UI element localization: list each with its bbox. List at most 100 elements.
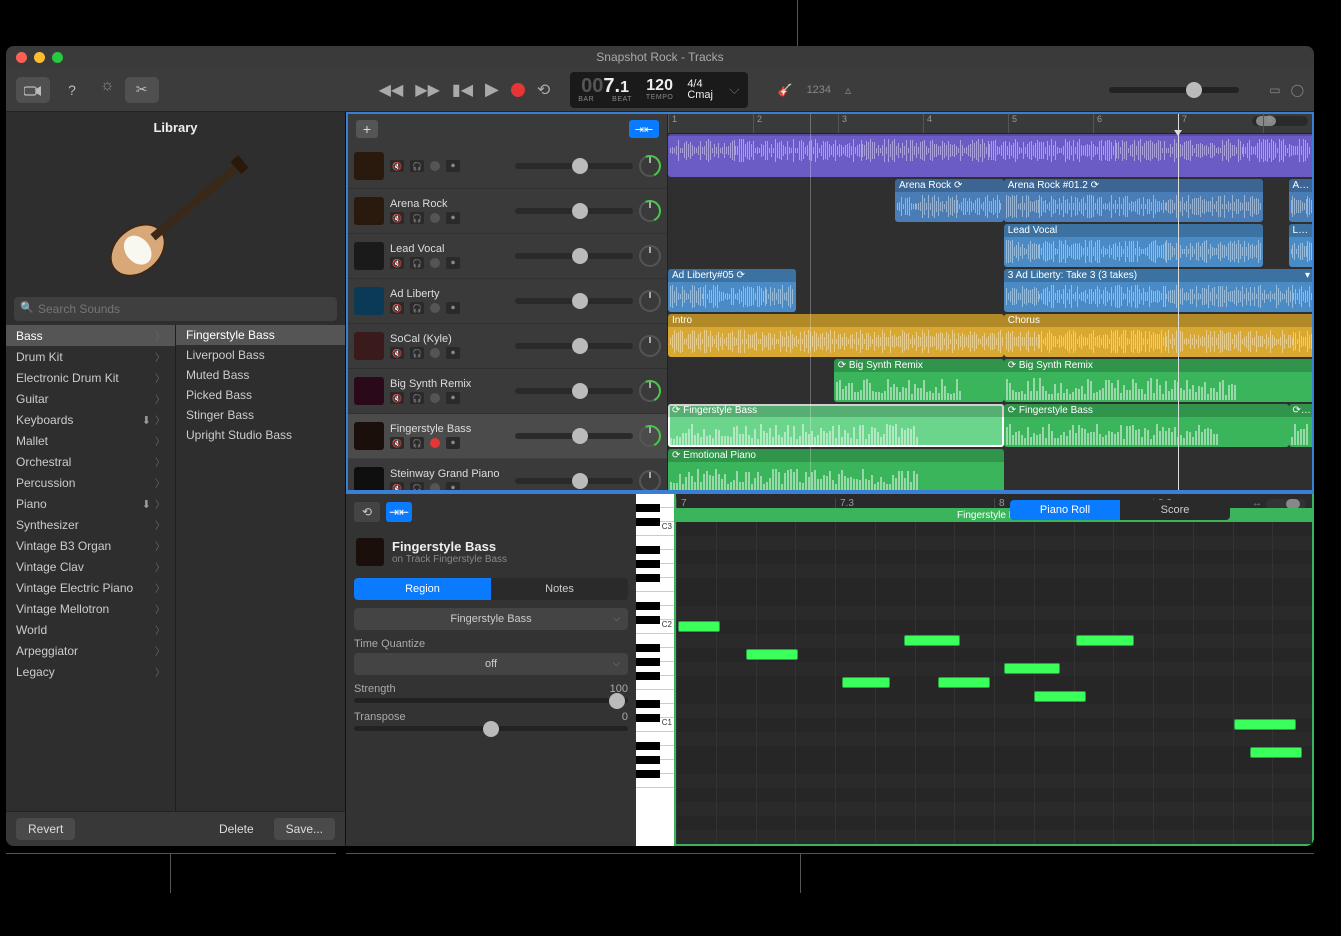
mute-button[interactable]: 🔇: [390, 212, 404, 224]
record-enable[interactable]: [430, 161, 440, 171]
help-button[interactable]: ?: [60, 77, 84, 103]
midi-note[interactable]: [746, 649, 798, 660]
piano-keyboard[interactable]: C3C2C1: [636, 494, 674, 846]
library-category-item[interactable]: Bass〉: [6, 325, 175, 346]
strength-slider[interactable]: [354, 698, 628, 703]
midi-note[interactable]: [1004, 663, 1060, 674]
region-name-dropdown[interactable]: Fingerstyle Bass: [354, 608, 628, 630]
pan-knob[interactable]: [639, 200, 661, 222]
midi-note[interactable]: [1250, 747, 1302, 758]
input-monitor[interactable]: ⏺: [446, 437, 460, 449]
midi-note[interactable]: [842, 677, 890, 688]
library-preset-item[interactable]: Liverpool Bass: [176, 345, 345, 365]
library-category-item[interactable]: Keyboards⬇〉: [6, 409, 175, 430]
library-preset-item[interactable]: Upright Studio Bass: [176, 425, 345, 445]
library-preset-item[interactable]: Picked Bass: [176, 385, 345, 405]
library-preset-item[interactable]: Muted Bass: [176, 365, 345, 385]
record-enable[interactable]: [430, 213, 440, 223]
library-category-item[interactable]: Mallet〉: [6, 430, 175, 451]
time-quantize-dropdown[interactable]: off: [354, 653, 628, 675]
input-monitor[interactable]: ⏺: [446, 392, 460, 404]
track-volume-slider[interactable]: [515, 433, 634, 439]
mute-button[interactable]: 🔇: [390, 160, 404, 172]
region[interactable]: ⟳ Fingerstyle Bass: [1004, 404, 1289, 447]
record-enable[interactable]: [430, 258, 440, 268]
forward-button[interactable]: ▶▶: [415, 80, 440, 100]
region[interactable]: Ad Liberty#05 ⟳: [668, 269, 796, 312]
track-header[interactable]: SoCal (Kyle) 🔇 🎧 ⏺: [348, 324, 667, 369]
pan-knob[interactable]: [639, 290, 661, 312]
mute-button[interactable]: 🔇: [390, 347, 404, 359]
mute-button[interactable]: 🔇: [390, 302, 404, 314]
library-category-item[interactable]: World〉: [6, 619, 175, 640]
pan-knob[interactable]: [639, 380, 661, 402]
tab-piano-roll[interactable]: Piano Roll: [1010, 500, 1120, 520]
timeline-ruler[interactable]: 12345678: [668, 114, 1312, 134]
solo-button[interactable]: 🎧: [410, 392, 424, 404]
library-category-item[interactable]: Percussion〉: [6, 472, 175, 493]
library-category-item[interactable]: Vintage Electric Piano〉: [6, 577, 175, 598]
library-category-item[interactable]: Vintage B3 Organ〉: [6, 535, 175, 556]
library-category-item[interactable]: Synthesizer〉: [6, 514, 175, 535]
midi-note[interactable]: [938, 677, 990, 688]
region[interactable]: Intro: [668, 314, 1004, 357]
track-header[interactable]: Ad Liberty 🔇 🎧 ⏺: [348, 279, 667, 324]
library-category-item[interactable]: Arpeggiator〉: [6, 640, 175, 661]
midi-note[interactable]: [678, 621, 720, 632]
library-category-item[interactable]: Electronic Drum Kit〉: [6, 367, 175, 388]
midi-note[interactable]: [904, 635, 960, 646]
record-enable[interactable]: [430, 303, 440, 313]
mute-button[interactable]: 🔇: [390, 392, 404, 404]
midi-note[interactable]: [1034, 691, 1086, 702]
region[interactable]: Arena Rock #01.2 ⟳: [1004, 179, 1263, 222]
mute-button[interactable]: 🔇: [390, 257, 404, 269]
mute-button[interactable]: 🔇: [390, 482, 404, 490]
track-header[interactable]: Fingerstyle Bass 🔇 🎧 ⏺: [348, 414, 667, 459]
save-button[interactable]: Save...: [274, 818, 335, 840]
editor-tabs[interactable]: Piano Roll Score: [1010, 500, 1230, 520]
library-category-item[interactable]: Piano⬇〉: [6, 493, 175, 514]
record-button[interactable]: [511, 83, 525, 97]
region[interactable]: ⟳ Fingerstyle Bass: [668, 404, 1004, 447]
search-input[interactable]: [14, 297, 337, 321]
track-header[interactable]: 🔇 🎧 ⏺: [348, 144, 667, 189]
notepad-icon[interactable]: ▭: [1269, 83, 1280, 97]
arrange-view[interactable]: 12345678 Arena Rock ⟳Arena Rock #01.2 ⟳A…: [668, 114, 1312, 490]
track-view-button[interactable]: ⇥⇤: [629, 120, 659, 138]
track-volume-slider[interactable]: [515, 163, 634, 169]
scissors-tool[interactable]: ✂: [125, 77, 159, 103]
track-volume-slider[interactable]: [515, 253, 634, 259]
tuner-icon[interactable]: 🎸: [778, 83, 793, 97]
track-volume-slider[interactable]: [515, 298, 634, 304]
region-notes-segmented[interactable]: Region Notes: [354, 578, 628, 600]
track-volume-slider[interactable]: [515, 478, 634, 484]
library-category-item[interactable]: Drum Kit〉: [6, 346, 175, 367]
solo-button[interactable]: 🎧: [410, 482, 424, 490]
loop-browser-icon[interactable]: ◯: [1291, 83, 1304, 97]
solo-button[interactable]: 🎧: [410, 212, 424, 224]
cycle-button[interactable]: ⟲: [537, 80, 550, 100]
playhead[interactable]: [1178, 114, 1179, 490]
track-volume-slider[interactable]: [515, 208, 634, 214]
transpose-slider[interactable]: [354, 726, 628, 731]
record-enable[interactable]: [430, 438, 440, 448]
input-monitor[interactable]: ⏺: [446, 212, 460, 224]
region[interactable]: ⟳ Big Synth Remix: [834, 359, 1004, 402]
input-monitor[interactable]: ⏺: [446, 347, 460, 359]
solo-button[interactable]: 🎧: [410, 160, 424, 172]
horizontal-zoom-slider[interactable]: [1252, 116, 1308, 126]
solo-button[interactable]: 🎧: [410, 347, 424, 359]
region[interactable]: Arena R: [1289, 179, 1313, 222]
rewind-button[interactable]: ◀◀: [379, 80, 404, 100]
lcd-display[interactable]: 007.1 BARBEAT 120 TEMPO 4/4 Cmaj ⌵: [570, 72, 747, 108]
library-category-item[interactable]: Legacy〉: [6, 661, 175, 682]
record-enable[interactable]: [430, 348, 440, 358]
input-monitor[interactable]: ⏺: [446, 482, 460, 490]
master-volume-slider[interactable]: [1109, 87, 1239, 93]
pan-knob[interactable]: [639, 245, 661, 267]
tab-score[interactable]: Score: [1120, 500, 1230, 520]
view-button[interactable]: ☼: [94, 77, 121, 103]
library-category-item[interactable]: Orchestral〉: [6, 451, 175, 472]
region[interactable]: ⟳ Emotional Piano: [668, 449, 1004, 490]
editor-catch-button[interactable]: ⇥⇤: [386, 502, 412, 522]
